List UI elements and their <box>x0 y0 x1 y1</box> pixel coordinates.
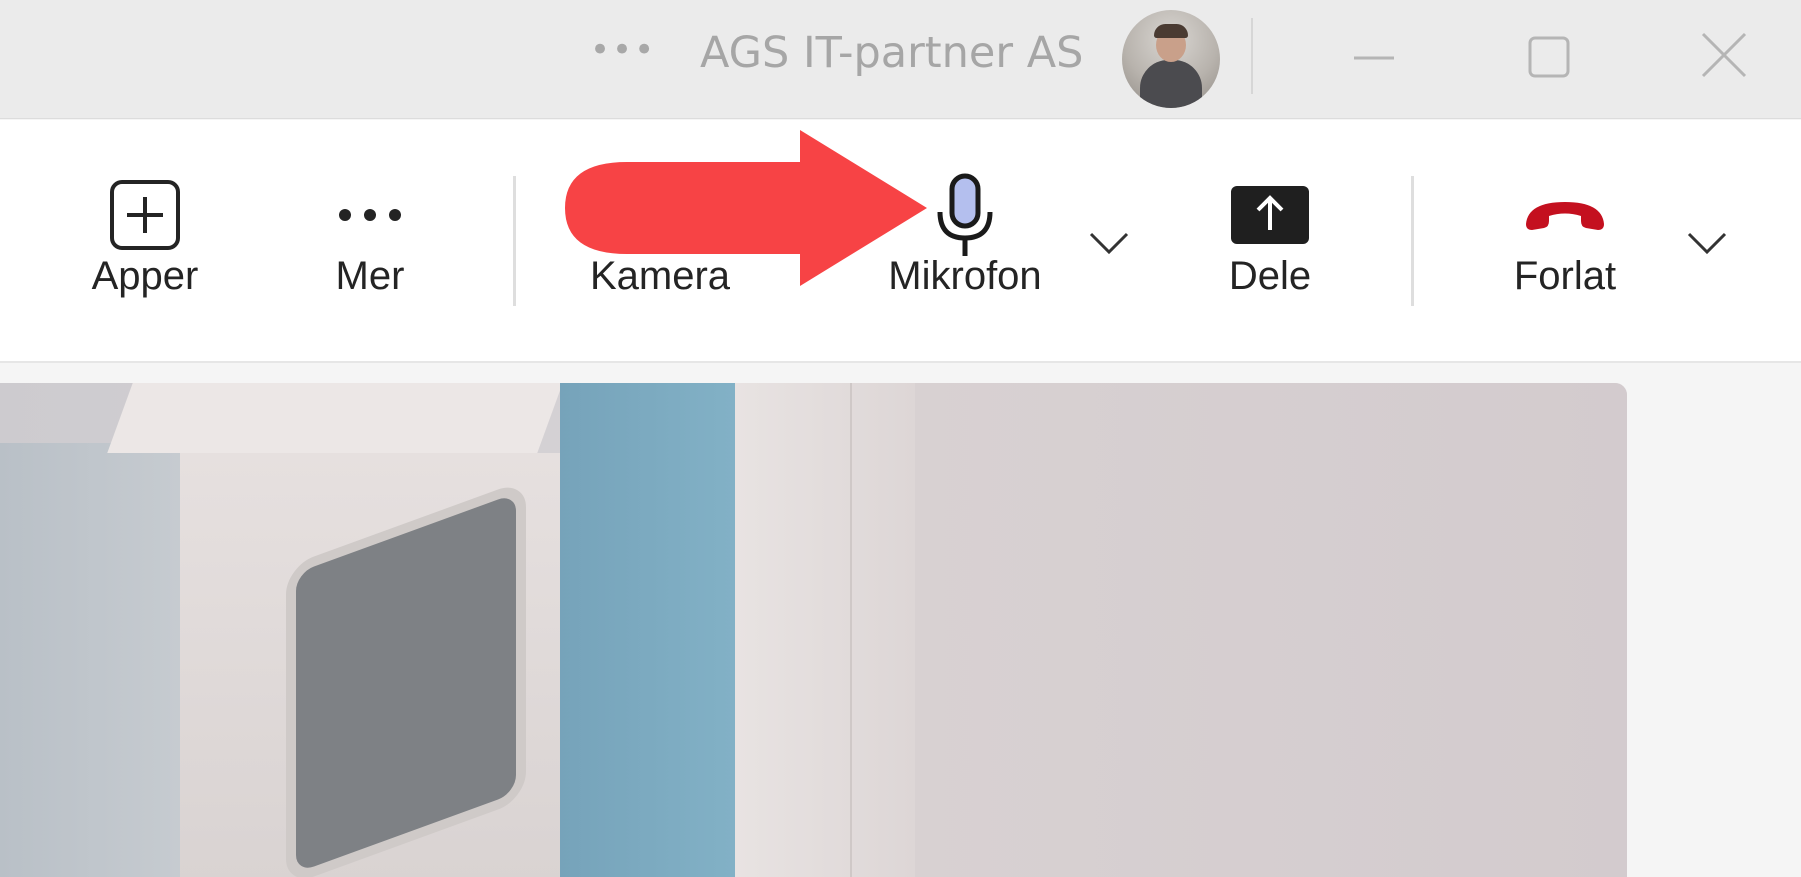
annotation-arrow <box>565 130 927 286</box>
maximize-icon <box>1528 36 1570 78</box>
leave-button[interactable]: Forlat <box>1490 120 1640 361</box>
leave-options-chevron-icon[interactable] <box>1683 228 1731 258</box>
minimize-button[interactable] <box>1342 26 1402 86</box>
maximize-button[interactable] <box>1518 26 1578 86</box>
avatar[interactable] <box>1122 10 1220 108</box>
minimize-icon <box>1354 56 1394 60</box>
apps-button[interactable]: Apper <box>70 120 220 361</box>
share-label: Dele <box>1228 254 1312 298</box>
share-button[interactable]: Dele <box>1190 120 1350 361</box>
apps-label: Apper <box>91 254 199 298</box>
title-more-button[interactable]: ••• <box>590 30 656 70</box>
share-icon <box>1231 186 1309 244</box>
more-label: Mer <box>335 254 405 298</box>
toolbar-divider <box>513 176 516 306</box>
close-button[interactable] <box>1695 26 1755 86</box>
more-button[interactable]: Mer <box>300 120 440 361</box>
toolbar-divider <box>1411 176 1414 306</box>
title-divider <box>1251 18 1253 94</box>
leave-label: Forlat <box>1513 254 1617 298</box>
hang-up-icon <box>1526 202 1604 230</box>
close-icon <box>1701 32 1747 78</box>
organization-name: AGS IT-partner AS <box>700 28 1084 78</box>
microphone-icon <box>937 173 993 256</box>
title-bar: ••• AGS IT-partner AS <box>0 0 1801 119</box>
mic-options-chevron-icon[interactable] <box>1085 228 1133 258</box>
video-feed <box>0 383 1627 877</box>
more-icon <box>339 209 401 221</box>
add-app-icon <box>110 180 180 250</box>
